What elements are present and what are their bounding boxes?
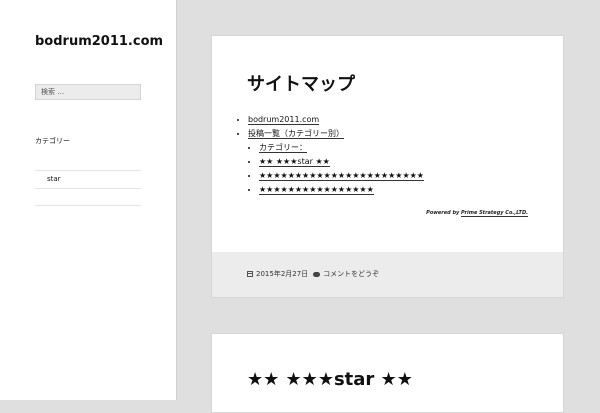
powered-by-label: Powered by: [426, 210, 460, 216]
powered-by-credit: Powered by Prime Strategy Co.,LTD.: [426, 210, 528, 217]
list-item: ★★ ★★★star ★★: [259, 157, 424, 167]
post-title[interactable]: ★★ ★★★star ★★: [247, 369, 413, 390]
sidebar: bodrum2011.com 検索 … カテゴリー star: [0, 0, 176, 400]
sitemap-link-posts-by-category[interactable]: 投稿一覧（カテゴリー別）: [248, 129, 344, 139]
comments-link[interactable]: コメントをどうぞ: [323, 269, 379, 279]
sitemap-list: bodrum2011.com 投稿一覧（カテゴリー別） カテゴリー： ★★ ★★…: [236, 115, 424, 199]
post-title[interactable]: サイトマップ: [247, 70, 355, 96]
post-footer: 2015年2月27日 コメントをどうぞ: [212, 252, 563, 297]
search-input[interactable]: 検索 …: [35, 84, 141, 100]
sitemap-link-category[interactable]: カテゴリー：: [259, 143, 307, 153]
category-item-star[interactable]: star: [35, 170, 141, 188]
list-item: 投稿一覧（カテゴリー別） カテゴリー： ★★ ★★★star ★★ ★★★★★★…: [248, 129, 424, 195]
sitemap-link-star[interactable]: ★★ ★★★star ★★: [259, 157, 330, 167]
sitemap-link-article[interactable]: ★★★★★★★★★★★★★★★★★★★★★★★: [259, 171, 424, 181]
list-item: ★★★★★★★★★★★★★★★★: [259, 185, 424, 195]
post-date[interactable]: 2015年2月27日: [256, 269, 308, 279]
calendar-icon: [247, 271, 253, 277]
category-item-empty: [35, 188, 141, 206]
sitemap-sublist: カテゴリー： ★★ ★★★star ★★ ★★★★★★★★★★★★★★★★★★★…: [248, 143, 424, 195]
post-card: サイトマップ bodrum2011.com 投稿一覧（カテゴリー別） カテゴリー…: [211, 35, 564, 298]
powered-by-link[interactable]: Prime Strategy Co.,LTD.: [461, 210, 528, 217]
list-item: bodrum2011.com: [248, 115, 424, 125]
list-item: ★★★★★★★★★★★★★★★★★★★★★★★: [259, 171, 424, 181]
list-item: カテゴリー：: [259, 143, 424, 153]
sitemap-link-article[interactable]: ★★★★★★★★★★★★★★★★: [259, 185, 374, 195]
site-title-link[interactable]: bodrum2011.com: [35, 34, 163, 49]
category-list: star: [35, 170, 141, 206]
post-meta: 2015年2月27日 コメントをどうぞ: [247, 269, 379, 279]
comment-icon: [313, 271, 321, 277]
sidebar-divider: [176, 0, 177, 400]
post-card: ★★ ★★★star ★★: [211, 333, 564, 413]
sitemap-link-home[interactable]: bodrum2011.com: [248, 115, 320, 125]
widget-title: カテゴリー: [35, 137, 70, 145]
